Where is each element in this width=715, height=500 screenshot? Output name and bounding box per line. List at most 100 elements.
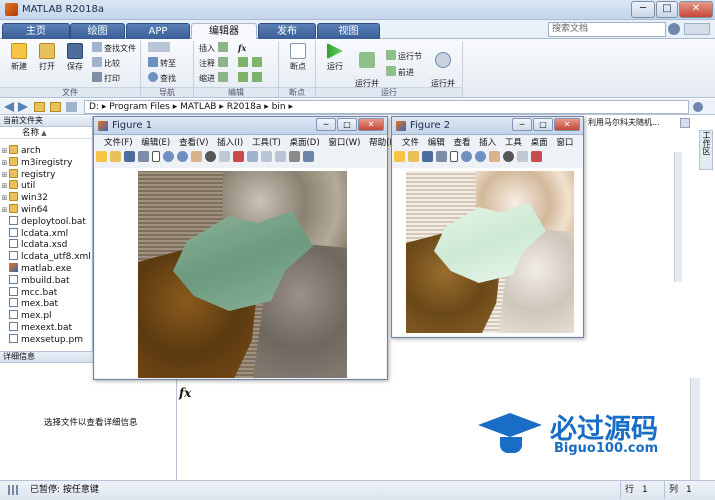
- tab-plots[interactable]: 绘图: [70, 23, 125, 39]
- data-cursor-icon[interactable]: [219, 151, 230, 162]
- file-list-item[interactable]: ⊞ m3iregistry: [0, 156, 92, 170]
- close-button[interactable]: ✕: [679, 1, 713, 18]
- file-list-item[interactable]: deploytool.bat: [0, 215, 92, 228]
- open-file-icon[interactable]: [110, 151, 121, 162]
- menu-insert[interactable]: 插入(I): [217, 138, 243, 148]
- legend-icon[interactable]: [275, 151, 286, 162]
- find-file-button[interactable]: 查找文件: [92, 42, 136, 54]
- tab-editor[interactable]: 编辑器: [191, 23, 257, 39]
- menu-tools[interactable]: 工具: [505, 138, 522, 148]
- path-segment[interactable]: R2018a: [227, 102, 262, 112]
- insert-function-button[interactable]: fx: [238, 42, 246, 54]
- file-list-item[interactable]: ⊞ registry: [0, 168, 92, 181]
- path-segment[interactable]: Program Files: [109, 102, 170, 112]
- workspace-side-tab[interactable]: 工作区: [699, 130, 713, 170]
- print-button[interactable]: 打印: [92, 72, 120, 84]
- zoom-out-icon[interactable]: [177, 151, 188, 162]
- new-figure-icon[interactable]: [394, 151, 405, 162]
- figure-1-maximize[interactable]: □: [337, 118, 357, 131]
- menu-window[interactable]: 窗口(W): [328, 138, 360, 148]
- browse-folder-icon[interactable]: [50, 102, 61, 112]
- file-list-item[interactable]: mbuild.bat: [0, 274, 92, 287]
- zoom-in-icon[interactable]: [163, 151, 174, 162]
- colorbar-icon[interactable]: [261, 151, 272, 162]
- figure-2-minimize[interactable]: ─: [512, 118, 532, 131]
- file-list-item[interactable]: mex.bat: [0, 298, 92, 310]
- zoom-in-icon[interactable]: [461, 151, 472, 162]
- menu-edit[interactable]: 编辑(E): [141, 138, 170, 148]
- goto-button[interactable]: 转至: [148, 57, 176, 69]
- rotate-icon[interactable]: [205, 151, 216, 162]
- file-list-item[interactable]: lcdata_utf8.xml: [0, 251, 92, 263]
- save-figure-icon[interactable]: [422, 151, 433, 162]
- figure-1-window[interactable]: Figure 1 ─ □ ✕ 文件(F) 编辑(E) 查看(V) 插入(I) 工…: [93, 116, 399, 380]
- menu-view[interactable]: 查看: [453, 138, 470, 148]
- open-file-icon[interactable]: [408, 151, 419, 162]
- path-icon[interactable]: [66, 102, 77, 112]
- figure-2-maximize[interactable]: □: [533, 118, 553, 131]
- search-input[interactable]: 搜索文档: [548, 22, 666, 37]
- nav-back-forward[interactable]: [148, 42, 172, 54]
- file-list-item[interactable]: mex.pl: [0, 310, 92, 322]
- file-list-item[interactable]: lcdata.xml: [0, 227, 92, 240]
- indent-button[interactable]: 缩进: [199, 72, 230, 84]
- path-segment[interactable]: D:: [89, 102, 99, 112]
- data-cursor-icon[interactable]: [517, 151, 528, 162]
- open-button[interactable]: 打开: [34, 43, 60, 72]
- path-search-icon[interactable]: [693, 102, 703, 112]
- file-list-item[interactable]: ⊞ util: [0, 180, 92, 192]
- tab-publish[interactable]: 发布: [258, 23, 316, 39]
- rotate-icon[interactable]: [503, 151, 514, 162]
- advance-button[interactable]: 前进: [386, 66, 414, 78]
- file-list-item[interactable]: mexsetup.pm: [0, 333, 92, 346]
- link-icon[interactable]: [247, 151, 258, 162]
- breakpoints-button[interactable]: 断点: [284, 43, 312, 72]
- zoom-out-icon[interactable]: [475, 151, 486, 162]
- tab-view[interactable]: 视图: [317, 23, 380, 39]
- path-segment[interactable]: MATLAB: [180, 102, 216, 112]
- insert-button[interactable]: 插入: [199, 42, 230, 54]
- ribbon-collapse-icon[interactable]: [684, 23, 710, 35]
- menu-edit[interactable]: 编辑: [428, 138, 445, 148]
- menu-tools[interactable]: 工具(T): [252, 138, 281, 148]
- edit-plot-icon[interactable]: [450, 151, 458, 162]
- menu-desktop[interactable]: 桌面: [531, 138, 548, 148]
- file-list-item[interactable]: ⊞ win32: [0, 192, 92, 204]
- file-list-item[interactable]: ⊞ win64: [0, 203, 92, 216]
- menu-desktop[interactable]: 桌面(D): [289, 138, 319, 148]
- file-list-item[interactable]: mcc.bat: [0, 286, 92, 299]
- find-button[interactable]: 查找: [148, 72, 176, 84]
- path-segment[interactable]: bin: [272, 102, 286, 112]
- figure-1-close[interactable]: ✕: [358, 118, 384, 131]
- print-figure-icon[interactable]: [138, 151, 149, 162]
- tab-apps[interactable]: APP: [126, 23, 190, 39]
- hide-tools-icon[interactable]: [289, 151, 300, 162]
- brush-icon[interactable]: [531, 151, 542, 162]
- menu-file[interactable]: 文件(F): [104, 138, 133, 148]
- save-figure-icon[interactable]: [124, 151, 135, 162]
- edit-tools-grid[interactable]: [238, 57, 278, 83]
- figure-1-minimize[interactable]: ─: [316, 118, 336, 131]
- figure-1-canvas[interactable]: [95, 168, 386, 378]
- file-list-item[interactable]: matlab.exe: [0, 262, 92, 275]
- scrollbar[interactable]: [674, 152, 682, 282]
- comment-button[interactable]: 注释: [199, 57, 230, 69]
- name-column-header[interactable]: 名称 ▲: [0, 127, 92, 139]
- forward-arrow-icon[interactable]: [18, 102, 28, 112]
- file-list-item[interactable]: ⊞ arch: [0, 145, 92, 157]
- figure-2-close[interactable]: ✕: [554, 118, 580, 131]
- panel-close-icon[interactable]: [680, 118, 690, 128]
- minimize-button[interactable]: ─: [631, 1, 655, 18]
- edit-plot-icon[interactable]: [152, 151, 160, 162]
- menu-window[interactable]: 窗口: [556, 138, 573, 148]
- dock-icon[interactable]: [303, 151, 314, 162]
- tab-home[interactable]: 主页: [2, 23, 70, 39]
- menu-file[interactable]: 文件: [402, 138, 419, 148]
- back-arrow-icon[interactable]: [4, 102, 14, 112]
- figure-1-titlebar[interactable]: Figure 1 ─ □ ✕: [94, 117, 387, 135]
- figure-2-canvas[interactable]: [393, 168, 582, 336]
- compare-button[interactable]: 比较: [92, 57, 120, 69]
- new-figure-icon[interactable]: [96, 151, 107, 162]
- run-section-button[interactable]: 运行节: [386, 50, 422, 62]
- expand-icon[interactable]: ⊞: [0, 158, 9, 170]
